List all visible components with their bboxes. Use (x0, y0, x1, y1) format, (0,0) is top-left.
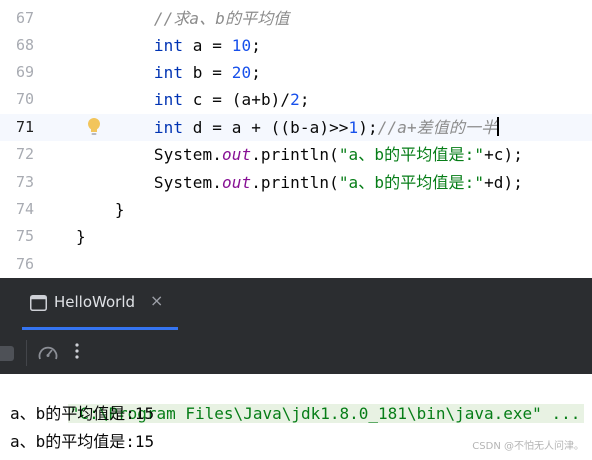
line-number: 75 (15, 227, 34, 245)
code-text[interactable]: int a = 10; (76, 32, 261, 59)
run-toolbar (0, 330, 592, 374)
more-options-icon[interactable] (73, 341, 81, 365)
code-text[interactable]: int c = (a+b)/2; (76, 86, 310, 113)
code-line-71[interactable]: 71 int d = a + ((b-a)>>1);//a+差值的一半 (0, 114, 592, 141)
console-line-output: a、b的平均值是:15 (10, 432, 155, 451)
console-icon (30, 295, 47, 315)
code-line-70[interactable]: 70 int c = (a+b)/2; (0, 86, 592, 113)
run-tab-bar: HelloWorld × (0, 278, 592, 330)
code-line-73[interactable]: 73 System.out.println("a、b的平均值是:"+d); (0, 169, 592, 196)
line-number: 76 (15, 255, 34, 273)
code-text[interactable]: //求a、b的平均值 (76, 5, 289, 32)
text-caret (497, 117, 500, 136)
code-text[interactable]: int d = a + ((b-a)>>1);//a+差值的一半 (76, 114, 500, 141)
close-icon[interactable]: × (150, 291, 163, 310)
code-line-67[interactable]: 67 //求a、b的平均值 (0, 5, 592, 32)
run-tool-window: HelloWorld × "C:\Program Files\Java\jdk1… (0, 278, 592, 460)
code-editor[interactable]: 67 //求a、b的平均值 68 int a = 10; 69 int b = … (0, 0, 592, 278)
code-line-76[interactable]: 76 (0, 251, 592, 278)
toolbar-divider (26, 340, 27, 366)
code-text[interactable]: System.out.println("a、b的平均值是:"+d); (76, 169, 523, 196)
code-text[interactable]: System.out.println("a、b的平均值是:"+c); (76, 141, 523, 168)
profiler-icon[interactable] (37, 343, 59, 367)
watermark: CSDN @不怕无人问津。 (472, 441, 584, 452)
code-text[interactable]: } (76, 223, 86, 250)
code-line-69[interactable]: 69 int b = 20; (0, 59, 592, 86)
console-line-output: a、b的平均值是:15 (10, 404, 155, 423)
line-number: 71 (15, 118, 34, 136)
code-text[interactable]: } (76, 196, 125, 223)
line-number: 67 (15, 9, 34, 27)
line-number: 69 (15, 63, 34, 81)
line-number: 68 (15, 36, 34, 54)
run-tab-label: HelloWorld (54, 293, 136, 311)
code-line-68[interactable]: 68 int a = 10; (0, 32, 592, 59)
line-number: 73 (15, 173, 34, 191)
code-line-74[interactable]: 74 } (0, 196, 592, 223)
stop-icon[interactable] (0, 346, 14, 361)
line-number: 72 (15, 145, 34, 163)
code-text[interactable]: int b = 20; (76, 59, 261, 86)
line-number: 74 (15, 200, 34, 218)
code-line-75[interactable]: 75 } (0, 223, 592, 250)
code-line-72[interactable]: 72 System.out.println("a、b的平均值是:"+c); (0, 141, 592, 168)
line-number: 70 (15, 90, 34, 108)
run-tab-helloworld[interactable]: HelloWorld × (22, 278, 178, 330)
